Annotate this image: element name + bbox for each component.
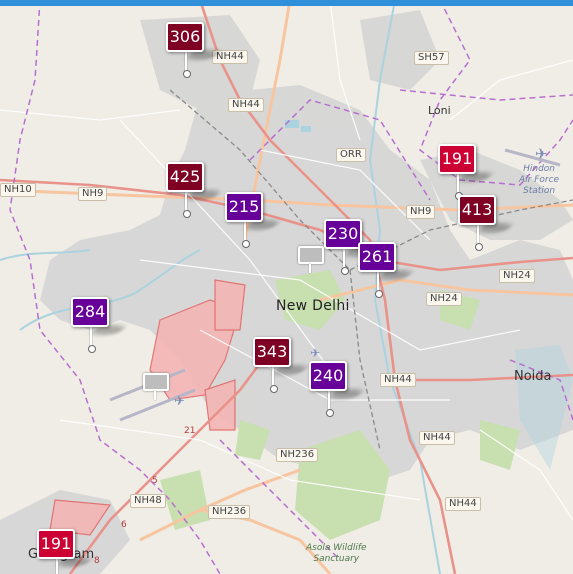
aqi-marker[interactable]: 413 — [458, 195, 515, 251]
aqi-marker-dot — [270, 385, 278, 393]
aqi-marker-label: 284 — [71, 297, 109, 327]
aqi-marker[interactable]: 240 — [309, 361, 366, 417]
airport-label-line-2: Air Force — [519, 175, 560, 185]
km-marker: 21 — [184, 426, 196, 436]
aqi-marker-stem — [56, 559, 58, 574]
aqi-marker-dot — [183, 70, 191, 78]
aqi-marker-label: 191 — [37, 529, 75, 559]
aqi-marker-stem — [90, 327, 92, 347]
station-marker-box — [298, 246, 324, 264]
city-label-new-delhi: New Delhi — [276, 298, 350, 314]
road-label-nh44-north: NH44 — [228, 98, 264, 112]
aqi-marker-label: 306 — [166, 22, 204, 52]
town-label-loni: Loni — [428, 104, 451, 117]
station-marker-stem — [309, 264, 311, 273]
road-label-nh10: NH10 — [0, 183, 36, 197]
road-label-nh236-a: NH236 — [276, 448, 319, 462]
station-marker-no-data[interactable] — [298, 246, 324, 273]
aqi-marker-label: 261 — [358, 242, 396, 272]
km-marker: 5 — [152, 476, 158, 486]
road-label-nh44-south: NH44 — [445, 497, 481, 511]
aqi-marker[interactable]: 306 — [166, 22, 223, 78]
park-label-asola: Asola Wildlife Sanctuary — [306, 543, 367, 565]
aqi-marker[interactable]: 343 — [253, 337, 310, 393]
road-label-nh24-b: NH24 — [426, 292, 462, 306]
aqi-marker-dot — [475, 243, 483, 251]
map-base-layer — [0, 0, 573, 574]
aqi-marker-stem — [328, 391, 330, 411]
road-label-nh236-b: NH236 — [208, 505, 251, 519]
town-label-noida: Noida — [514, 369, 552, 384]
aqi-marker-dot — [88, 345, 96, 353]
road-label-nh44-center: NH44 — [380, 373, 416, 387]
road-label-nh48: NH48 — [130, 494, 166, 508]
aqi-marker[interactable]: 230 — [324, 219, 381, 275]
aqi-marker-label: 425 — [166, 162, 204, 192]
road-label-nh9-west: NH9 — [78, 187, 108, 201]
aqi-marker-label: 230 — [324, 219, 362, 249]
aqi-marker-stem — [244, 222, 246, 242]
km-marker: 6 — [121, 520, 127, 530]
airport-safdarjung-icon: ✈ — [310, 346, 321, 360]
park-label-line-2: Sanctuary — [313, 554, 360, 564]
aqi-marker-label: 343 — [253, 337, 291, 367]
aqi-marker[interactable]: 261 — [358, 242, 415, 298]
station-marker-box — [143, 373, 169, 391]
road-label-orr: ORR — [336, 148, 366, 162]
park-label-line-1: Asola Wildlife — [306, 543, 367, 553]
aqi-marker-stem — [272, 367, 274, 387]
airport-label-line-1: Hindon — [523, 164, 555, 174]
road-label-nh24-a: NH24 — [499, 269, 535, 283]
aqi-marker-dot — [341, 267, 349, 275]
aqi-marker-stem — [185, 192, 187, 212]
aqi-marker-stem — [343, 249, 345, 269]
station-marker-stem — [154, 391, 156, 400]
aqi-marker[interactable]: 284 — [71, 297, 128, 353]
aqi-marker-label: 413 — [458, 195, 496, 225]
aqi-marker-stem — [377, 272, 379, 292]
aqi-marker-stem — [477, 225, 479, 245]
airport-icon: ✈ — [535, 145, 548, 163]
map-view[interactable]: NH44 SH57 NH44 ORR NH10 NH9 NH9 NH24 NH2… — [0, 0, 573, 574]
airport-igi-icon: ✈ — [174, 394, 185, 409]
road-label-nh44-se: NH44 — [419, 431, 455, 445]
km-marker: 8 — [94, 556, 100, 566]
aqi-marker[interactable]: 425 — [166, 162, 223, 218]
aqi-marker-dot — [375, 290, 383, 298]
aqi-marker-label: 240 — [309, 361, 347, 391]
top-accent-bar — [0, 0, 573, 6]
airport-label-line-3: Station — [523, 186, 556, 196]
airport-label-hindon: Hindon Air Force Station — [519, 164, 559, 197]
station-marker-no-data[interactable] — [143, 373, 169, 400]
aqi-marker-dot — [242, 240, 250, 248]
aqi-marker[interactable]: 215 — [225, 192, 282, 248]
road-label-sh57: SH57 — [414, 51, 449, 65]
aqi-marker-label: 191 — [438, 144, 476, 174]
road-label-nh9-east: NH9 — [406, 205, 436, 219]
aqi-marker-dot — [326, 409, 334, 417]
aqi-marker-stem — [185, 52, 187, 72]
aqi-marker-stem — [457, 174, 459, 194]
aqi-marker-label: 215 — [225, 192, 263, 222]
aqi-marker-dot — [183, 210, 191, 218]
